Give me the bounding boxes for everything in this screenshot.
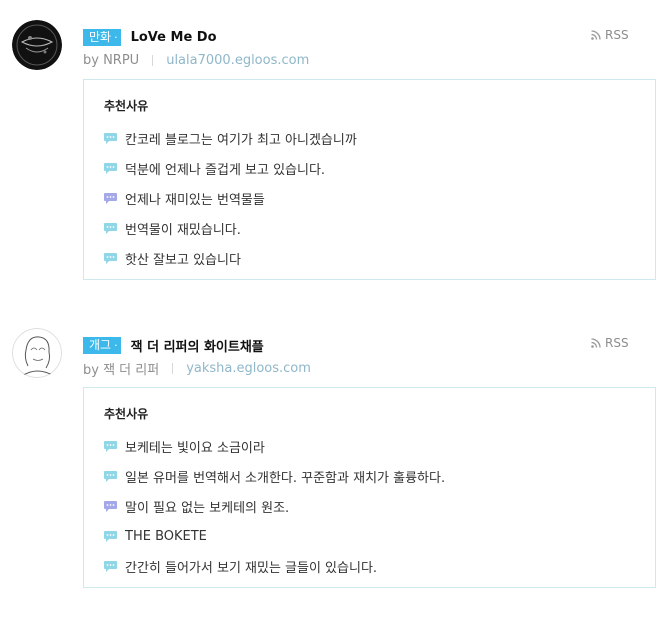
- list-item: 언제나 재미있는 번역물들: [104, 183, 357, 213]
- line-drawing-face-avatar-icon: [12, 328, 62, 378]
- category-badge[interactable]: 개그 ·: [83, 336, 121, 354]
- dot-icon: ·: [114, 338, 118, 352]
- speech-bubble-icon: [104, 252, 117, 264]
- rss-link[interactable]: RSS: [591, 336, 629, 350]
- entry-meta: by NRPU ulala7000.egloos.com: [83, 51, 309, 69]
- blog-title[interactable]: 잭 더 리퍼의 화이트채플: [131, 336, 264, 355]
- speech-bubble-icon: [104, 530, 117, 542]
- category-label: 만화: [89, 29, 112, 44]
- speech-bubble-icon: [104, 500, 117, 512]
- blog-url[interactable]: yaksha.egloos.com: [186, 361, 311, 376]
- reason-text: 번역물이 재밌습니다.: [125, 222, 241, 238]
- recommendation-box: 추천사유 보케테는 빛이요 소금이라 일본 유머를 번역해서 소개한다. 꾸준함…: [83, 387, 656, 588]
- category-label: 개그: [89, 337, 112, 352]
- rss-link[interactable]: RSS: [591, 28, 629, 42]
- rss-icon: [591, 30, 601, 40]
- reason-text: 간간히 들어가서 보기 재밌는 글들이 있습니다.: [125, 560, 378, 576]
- list-item: 번역물이 재밌습니다.: [104, 213, 357, 243]
- category-badge[interactable]: 만화 ·: [83, 28, 121, 46]
- reason-heading: 추천사유: [104, 99, 149, 113]
- reason-list: 칸코레 블로그는 여기가 최고 아니겠습니까 덕분에 언제나 즐겁게 보고 있습…: [104, 123, 357, 273]
- reason-text: 언제나 재미있는 번역물들: [125, 192, 265, 208]
- list-item: 보케테는 빛이요 소금이라: [104, 431, 445, 461]
- author: by 잭 더 리퍼: [83, 362, 160, 378]
- list-item: 핫산 잘보고 있습니다: [104, 243, 357, 273]
- blog-url[interactable]: ulala7000.egloos.com: [166, 53, 309, 68]
- list-item: 일본 유머를 번역해서 소개한다. 꾸준함과 재치가 훌륭하다.: [104, 461, 445, 491]
- list-item: 말이 필요 없는 보케테의 원조.: [104, 491, 445, 521]
- speech-bubble-icon: [104, 470, 117, 482]
- reason-text: 핫산 잘보고 있습니다: [125, 252, 241, 268]
- reason-list: 보케테는 빛이요 소금이라 일본 유머를 번역해서 소개한다. 꾸준함과 재치가…: [104, 431, 445, 581]
- list-item: 간간히 들어가서 보기 재밌는 글들이 있습니다.: [104, 551, 445, 581]
- list-item: 덕분에 언제나 즐겁게 보고 있습니다.: [104, 153, 357, 183]
- author: by NRPU: [83, 52, 140, 68]
- rss-label: RSS: [605, 336, 629, 350]
- speech-bubble-icon: [104, 222, 117, 234]
- reason-text: 덕분에 언제나 즐겁게 보고 있습니다.: [125, 162, 326, 178]
- blog-avatar[interactable]: [12, 328, 62, 378]
- speech-bubble-icon: [104, 132, 117, 144]
- rss-icon: [591, 338, 601, 348]
- reason-heading: 추천사유: [104, 407, 149, 421]
- reason-text: 칸코레 블로그는 여기가 최고 아니겠습니까: [125, 132, 357, 148]
- entry-meta: by 잭 더 리퍼 yaksha.egloos.com: [83, 359, 311, 378]
- list-item: 칸코레 블로그는 여기가 최고 아니겠습니까: [104, 123, 357, 153]
- entry-header: 개그 · 잭 더 리퍼의 화이트채플: [83, 336, 264, 355]
- blog-avatar[interactable]: [12, 20, 62, 70]
- speech-bubble-icon: [104, 440, 117, 452]
- speech-bubble-icon: [104, 162, 117, 174]
- dark-logo-avatar-icon: [12, 20, 62, 70]
- blog-title[interactable]: LoVe Me Do: [131, 30, 217, 45]
- reason-text: THE BOKETE: [125, 528, 207, 544]
- rss-label: RSS: [605, 28, 629, 42]
- divider: [172, 362, 174, 374]
- reason-text: 일본 유머를 번역해서 소개한다. 꾸준함과 재치가 훌륭하다.: [125, 470, 446, 486]
- dot-icon: ·: [114, 30, 118, 44]
- list-item: THE BOKETE: [104, 521, 445, 551]
- speech-bubble-icon: [104, 192, 117, 204]
- entry-header: 만화 · LoVe Me Do: [83, 28, 217, 46]
- reason-text: 보케테는 빛이요 소금이라: [125, 440, 265, 456]
- reason-text: 말이 필요 없는 보케테의 원조.: [125, 500, 290, 516]
- recommendation-box: 추천사유 칸코레 블로그는 여기가 최고 아니겠습니까 덕분에 언제나 즐겁게 …: [83, 79, 656, 280]
- speech-bubble-icon: [104, 560, 117, 572]
- divider: [152, 54, 154, 66]
